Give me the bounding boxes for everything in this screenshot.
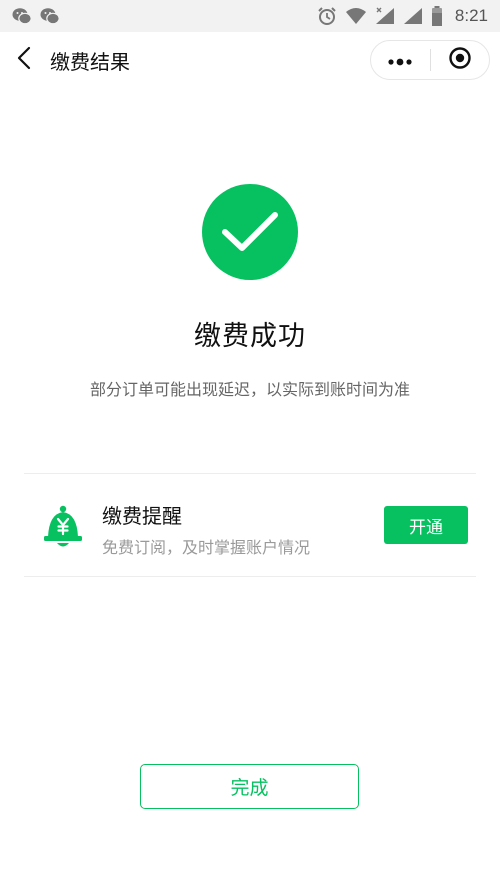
payment-result-page: 8:21 缴费结果 缴费成功 部分订单可能出现延迟，以实际到账时间为准 缴费提醒… xyxy=(0,0,500,889)
alarm-icon xyxy=(317,6,337,26)
wifi-icon xyxy=(345,7,367,25)
chevron-left-icon xyxy=(17,46,31,74)
reminder-description: 免费订阅，及时掌握账户情况 xyxy=(102,538,311,557)
status-left-icons xyxy=(12,7,60,25)
target-close-icon xyxy=(448,46,472,74)
result-description: 部分订单可能出现延迟，以实际到账时间为准 xyxy=(89,380,410,399)
status-time: 8:21 xyxy=(454,6,488,25)
nav-bar: 缴费结果 xyxy=(0,32,500,88)
wechat-icon xyxy=(40,7,60,25)
wechat-icon xyxy=(12,7,32,25)
signal-icon xyxy=(403,7,423,25)
bell-yuan-icon xyxy=(42,504,84,548)
success-checkmark-icon xyxy=(202,184,298,280)
page-title: 缴费结果 xyxy=(50,49,130,74)
back-button[interactable] xyxy=(0,32,48,88)
status-bar: 8:21 xyxy=(0,0,500,32)
enable-reminder-button[interactable]: 开通 xyxy=(384,506,468,544)
signal-icon xyxy=(375,7,395,25)
reminder-title: 缴费提醒 xyxy=(102,504,182,528)
payment-reminder-card: 缴费提醒 免费订阅，及时掌握账户情况 开通 xyxy=(24,474,476,576)
close-mini-program-button[interactable] xyxy=(431,41,490,79)
done-button[interactable]: 完成 xyxy=(140,764,359,809)
battery-icon xyxy=(431,6,443,26)
more-dots-icon xyxy=(387,51,413,70)
mini-program-capsule xyxy=(370,40,490,80)
result-title: 缴费成功 xyxy=(194,321,306,352)
status-right-icons: 8:21 xyxy=(317,6,488,26)
divider-bottom xyxy=(24,576,476,577)
more-button[interactable] xyxy=(371,41,430,79)
